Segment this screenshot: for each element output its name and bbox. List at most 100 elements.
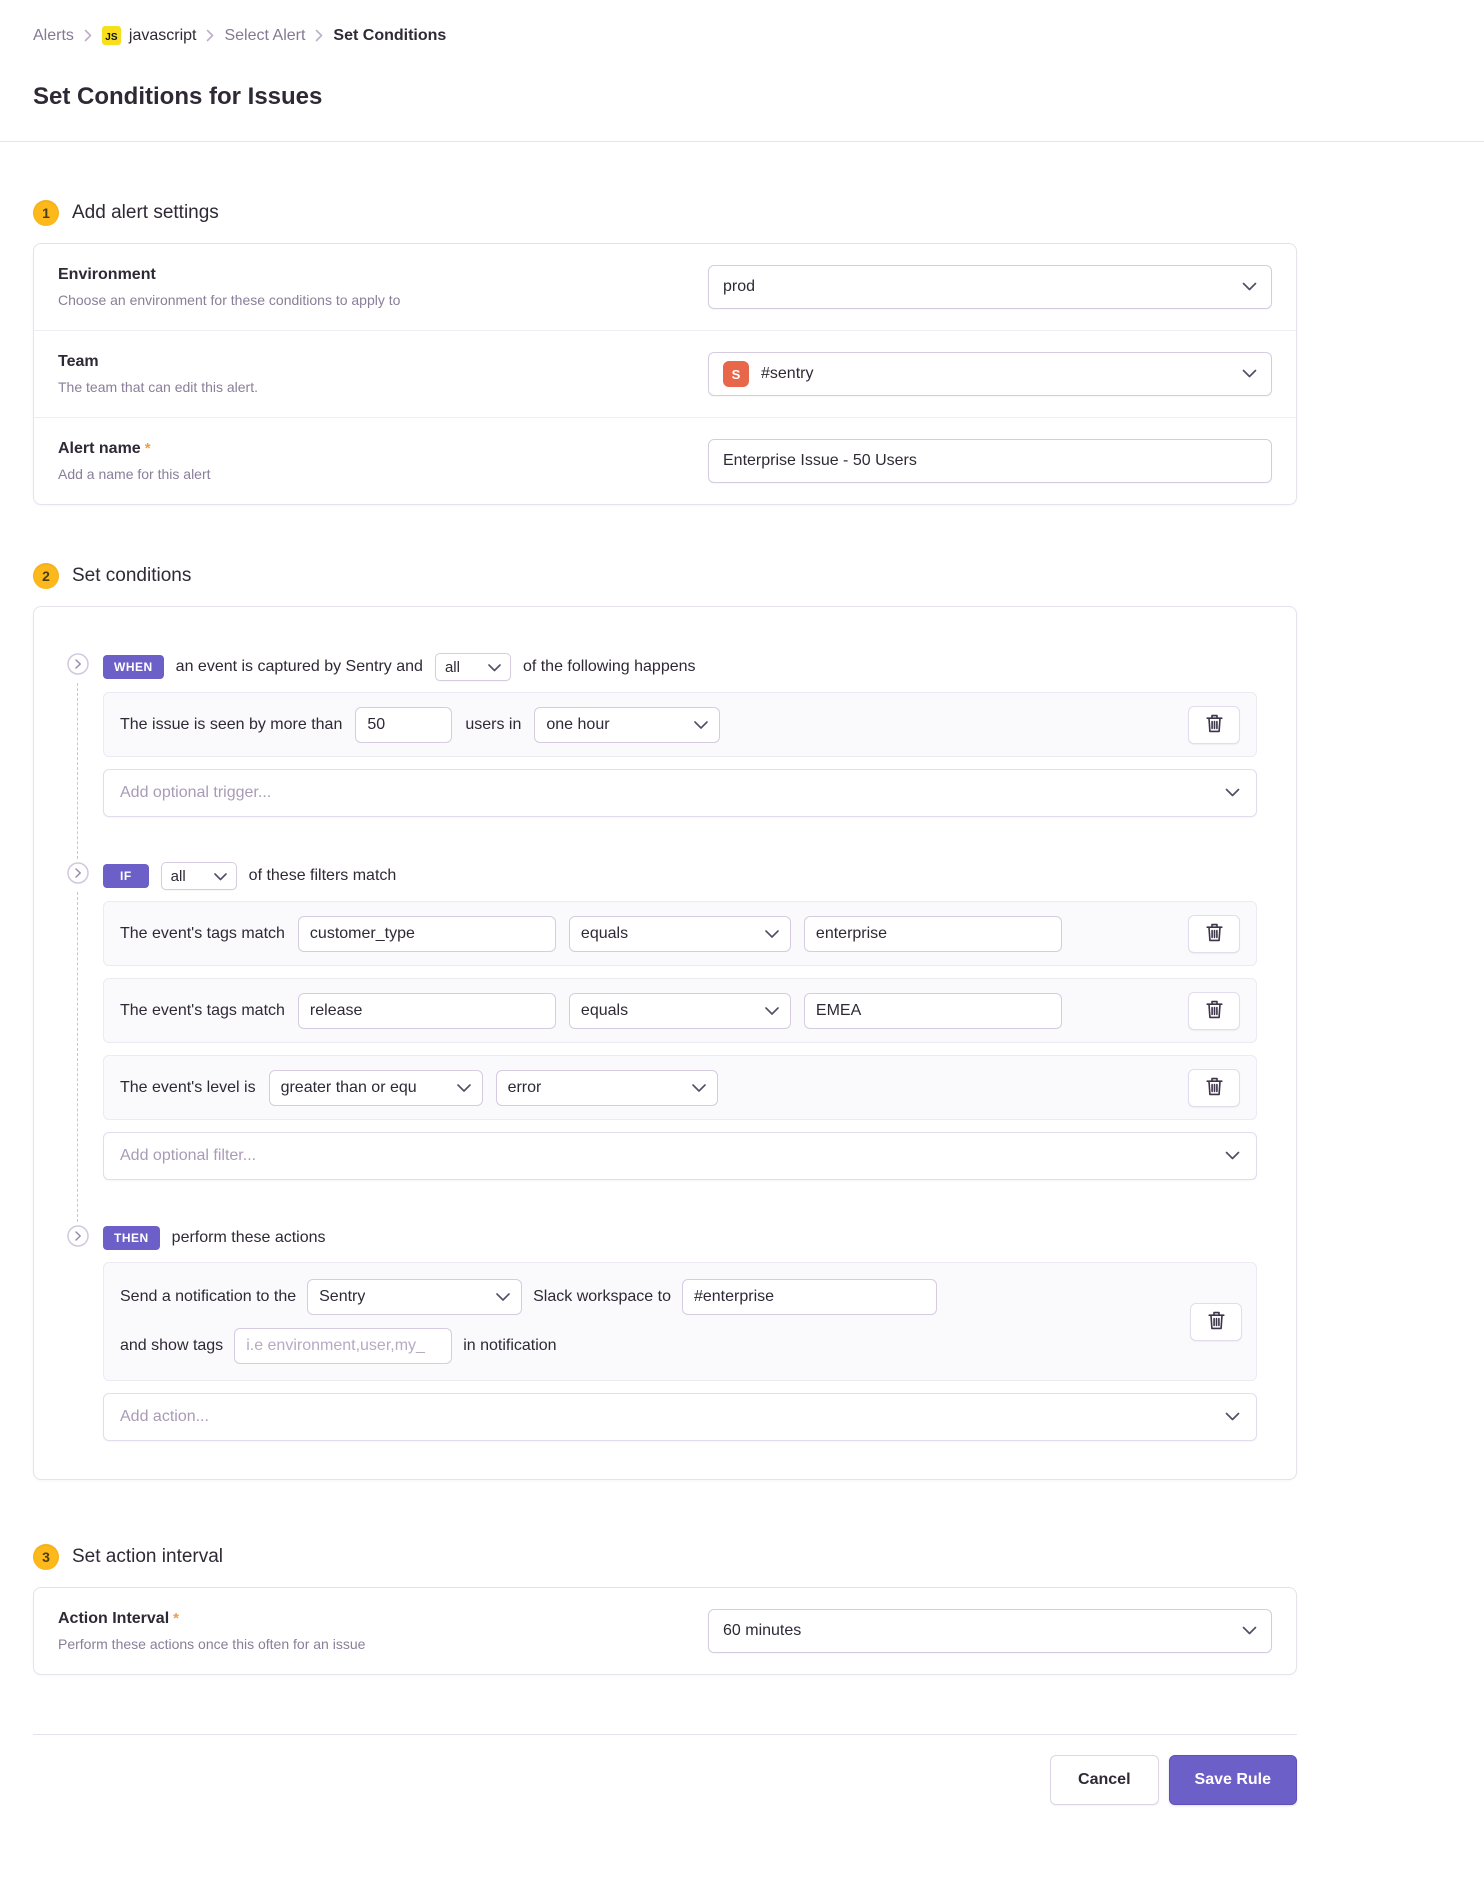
chevron-down-icon [1242,365,1257,383]
required-asterisk: * [145,440,151,457]
trash-icon [1206,923,1223,945]
chevron-down-icon [1242,1622,1257,1640]
if-all-select[interactable]: all [161,862,237,890]
chevron-down-icon [765,1002,779,1020]
section-conditions-header: 2 Set conditions [33,563,1297,589]
then-header: THEN perform these actions [103,1225,1257,1251]
level-op-value: greater than or equ [281,1079,417,1097]
channel-input[interactable] [682,1279,937,1315]
tag-key-input[interactable] [298,916,556,952]
alert-name-input[interactable] [708,439,1272,483]
team-selected-option: S #sentry [723,361,813,387]
if-badge: IF [103,864,149,888]
collapse-chevron-icon[interactable] [67,653,89,675]
slack-action-row: Send a notification to the Sentry Slack … [103,1262,1257,1381]
action-interval-select[interactable]: 60 minutes [708,1609,1272,1653]
alert-name-label: Alert name* [58,440,211,458]
tag-key-input[interactable] [298,993,556,1029]
delete-filter-button[interactable] [1188,915,1240,953]
action-interval-row: Action Interval* Perform these actions o… [34,1588,1296,1674]
breadcrumb-project[interactable]: JS javascript [102,26,197,45]
team-select[interactable]: S #sentry [708,352,1272,396]
team-avatar: S [723,361,749,387]
add-action-dropdown[interactable]: Add action... [103,1393,1257,1441]
trash-icon [1206,714,1223,736]
filter-label: The event's tags match [120,925,285,943]
collapse-chevron-icon[interactable] [67,1225,89,1247]
alert-rule-page: Alerts JS javascript Select Alert Set Co… [0,0,1484,1847]
workspace-select[interactable]: Sentry [307,1279,522,1315]
action-text-mid: Slack workspace to [533,1288,671,1306]
level-op-select[interactable]: greater than or equ [269,1070,483,1106]
user-count-input[interactable] [355,707,452,743]
tag-op-select[interactable]: equals [569,993,791,1029]
breadcrumb: Alerts JS javascript Select Alert Set Co… [33,26,1297,45]
delete-filter-button[interactable] [1188,1069,1240,1107]
then-section: THEN perform these actions Send a notifi… [67,1225,1257,1441]
chevron-down-icon [1225,1408,1240,1426]
tag-op-select[interactable]: equals [569,916,791,952]
then-text-after: perform these actions [172,1229,326,1247]
tag-value-input[interactable] [804,993,1062,1029]
delete-condition-button[interactable] [1188,706,1240,744]
interval-panel: Action Interval* Perform these actions o… [33,1587,1297,1675]
trash-icon [1208,1311,1225,1333]
tag-value-input[interactable] [804,916,1062,952]
chevron-down-icon [1225,1147,1240,1165]
step-2-badge: 2 [33,563,59,589]
environment-description: Choose an environment for these conditio… [58,292,400,308]
environment-row: Environment Choose an environment for th… [34,244,1296,331]
tags-input[interactable] [234,1328,452,1364]
delete-filter-button[interactable] [1188,992,1240,1030]
interval-select[interactable]: one hour [534,707,720,743]
action-tags-text-before: and show tags [120,1337,223,1355]
breadcrumb-current: Set Conditions [333,27,446,45]
filter-row-tags-2: The event's tags match equals [103,978,1257,1043]
filter-row-level: The event's level is greater than or equ… [103,1055,1257,1120]
alert-name-description: Add a name for this alert [58,466,211,482]
if-text-after: of these filters match [249,867,397,885]
alert-name-labels: Alert name* Add a name for this alert [58,440,211,482]
footer-actions: Cancel Save Rule [0,1735,1484,1847]
slack-action-line-1: Send a notification to the Sentry Slack … [120,1279,1176,1315]
add-filter-dropdown[interactable]: Add optional filter... [103,1132,1257,1180]
when-row-text-before: The issue is seen by more than [120,716,342,734]
breadcrumb-select-alert[interactable]: Select Alert [224,27,305,45]
page-title: Set Conditions for Issues [33,83,1297,111]
when-header: WHEN an event is captured by Sentry and … [103,653,1257,681]
when-text-before: an event is captured by Sentry and [176,658,423,676]
level-value-select[interactable]: error [496,1070,718,1106]
when-badge: WHEN [103,655,164,679]
add-trigger-dropdown[interactable]: Add optional trigger... [103,769,1257,817]
action-interval-value: 60 minutes [723,1622,801,1640]
section-gap [67,817,1257,862]
chevron-down-icon [214,868,227,885]
environment-select[interactable]: prod [708,265,1272,309]
team-labels: Team The team that can edit this alert. [58,353,258,395]
add-filter-placeholder: Add optional filter... [120,1147,256,1165]
trash-icon [1206,1000,1223,1022]
then-badge: THEN [103,1226,160,1250]
cancel-button[interactable]: Cancel [1050,1755,1158,1805]
chevron-down-icon [488,659,501,676]
when-all-select[interactable]: all [435,653,511,681]
filter-label: The event's tags match [120,1002,285,1020]
breadcrumb-project-label: javascript [129,27,197,45]
delete-action-button[interactable] [1190,1303,1242,1341]
chevron-down-icon [1242,278,1257,296]
chevron-down-icon [694,716,708,734]
breadcrumb-alerts[interactable]: Alerts [33,27,74,45]
workspace-value: Sentry [319,1288,365,1306]
if-header: IF all of these filters match [103,862,1257,890]
if-section: IF all of these filters match The event'… [67,862,1257,1180]
settings-panel: Environment Choose an environment for th… [33,243,1297,505]
environment-label: Environment [58,266,400,284]
collapse-chevron-icon[interactable] [67,862,89,884]
chevron-down-icon [765,925,779,943]
action-interval-labels: Action Interval* Perform these actions o… [58,1610,365,1652]
action-text-before: Send a notification to the [120,1288,296,1306]
header-divider [0,141,1484,142]
section-settings-header: 1 Add alert settings [33,200,1297,226]
chevron-right-icon [84,29,92,42]
save-rule-button[interactable]: Save Rule [1169,1755,1297,1805]
